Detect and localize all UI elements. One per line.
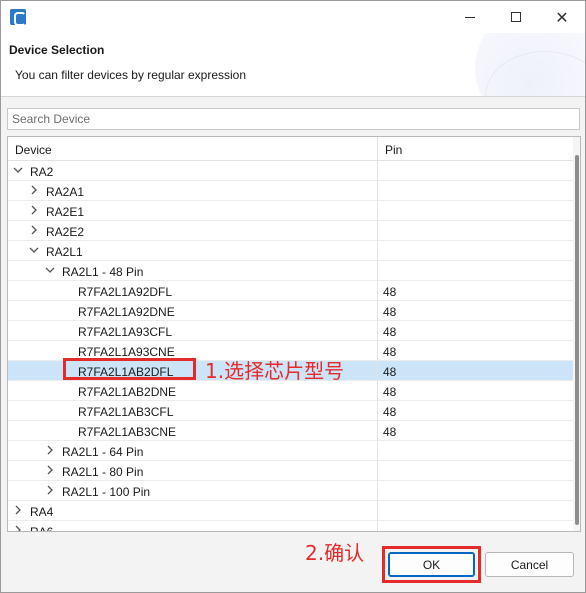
chevron-down-icon[interactable] xyxy=(45,264,55,276)
chevron-right-icon[interactable] xyxy=(29,204,39,216)
row-label: RA2E1 xyxy=(46,205,85,219)
group-row[interactable]: RA2L1 - 80 Pin xyxy=(8,461,573,481)
chevron-down-icon[interactable] xyxy=(13,164,23,176)
row-label: RA2L1 - 80 Pin xyxy=(62,465,144,479)
group-row[interactable]: RA2L1 xyxy=(8,241,573,261)
title-bar[interactable]: ✕ xyxy=(1,1,585,33)
scrollbar-thumb[interactable] xyxy=(575,155,579,525)
app-logo-icon xyxy=(10,9,26,26)
cancel-button[interactable]: Cancel xyxy=(485,552,574,577)
column-header-pin[interactable]: Pin xyxy=(385,143,402,157)
chevron-right-icon[interactable] xyxy=(29,184,39,196)
row-pin: 48 xyxy=(383,345,397,359)
row-label: R7FA2L1A92DFL xyxy=(78,285,173,299)
row-label: RA4 xyxy=(30,505,54,519)
column-header-device[interactable]: Device xyxy=(15,143,52,157)
row-pin: 48 xyxy=(383,285,397,299)
close-icon: ✕ xyxy=(555,7,569,27)
row-label: R7FA2L1A93CFL xyxy=(78,325,173,339)
row-label: RA6 xyxy=(30,525,54,532)
search-box[interactable] xyxy=(7,108,580,130)
device-row[interactable]: R7FA2L1AB3CFL 48 xyxy=(8,401,573,421)
row-label: RA2E2 xyxy=(46,225,85,239)
ok-button[interactable]: OK xyxy=(388,552,475,577)
annotation-step1: 1.选择芯片型号 xyxy=(205,359,345,383)
device-tree[interactable]: Device Pin RA2 RA2A1 RA2E1 RA2E2 RA2L1 RA2L1 … xyxy=(7,136,581,532)
row-label: R7FA2L1AB3CFL xyxy=(78,405,174,419)
chevron-right-icon[interactable] xyxy=(45,464,55,476)
row-pin: 48 xyxy=(383,405,397,419)
group-row[interactable]: RA2E1 xyxy=(8,201,573,221)
row-pin: 48 xyxy=(383,365,397,379)
row-label: RA2L1 xyxy=(46,245,83,259)
chevron-right-icon[interactable] xyxy=(45,444,55,456)
group-row[interactable]: RA6 xyxy=(8,521,573,532)
row-label: R7FA2L1A92DNE xyxy=(78,305,175,319)
device-row[interactable]: R7FA2L1A93CFL 48 xyxy=(8,321,573,341)
device-selection-dialog: ✕ Device Selection You can filter device… xyxy=(0,0,586,593)
close-button[interactable]: ✕ xyxy=(539,1,585,33)
row-label: RA2 xyxy=(30,165,54,179)
row-label: RA2L1 - 64 Pin xyxy=(62,445,144,459)
chevron-right-icon[interactable] xyxy=(45,484,55,496)
minimize-button[interactable] xyxy=(447,1,493,33)
minimize-icon xyxy=(465,16,475,18)
dialog-title: Device Selection xyxy=(9,43,105,57)
chevron-down-icon[interactable] xyxy=(29,244,39,256)
device-row[interactable]: R7FA2L1AB3CNE 48 xyxy=(8,421,573,441)
device-row[interactable]: R7FA2L1AB2DNE 48 xyxy=(8,381,573,401)
search-input[interactable] xyxy=(8,109,579,129)
group-row[interactable]: RA2 xyxy=(8,161,573,181)
row-pin: 48 xyxy=(383,305,397,319)
row-label: R7FA2L1AB3CNE xyxy=(78,425,177,439)
chevron-right-icon[interactable] xyxy=(13,504,23,516)
group-row[interactable]: RA2L1 - 64 Pin xyxy=(8,441,573,461)
group-row[interactable]: RA2L1 - 48 Pin xyxy=(8,261,573,281)
row-label: R7FA2L1A93CNE xyxy=(78,345,175,359)
row-label: RA2A1 xyxy=(46,185,85,199)
dialog-description: You can filter devices by regular expres… xyxy=(15,68,247,82)
group-row[interactable]: RA2A1 xyxy=(8,181,573,201)
device-row[interactable]: R7FA2L1A92DNE 48 xyxy=(8,301,573,321)
chevron-right-icon[interactable] xyxy=(29,224,39,236)
maximize-icon xyxy=(511,12,521,22)
annotation-highlight-device xyxy=(63,358,196,380)
row-label: RA2L1 - 48 Pin xyxy=(62,265,144,279)
maximize-button[interactable] xyxy=(493,1,539,33)
column-divider[interactable] xyxy=(377,137,378,531)
row-pin: 48 xyxy=(383,325,397,339)
chevron-right-icon[interactable] xyxy=(13,524,23,531)
tree-header: Device Pin xyxy=(8,137,573,161)
dialog-header: Device Selection You can filter devices … xyxy=(1,33,585,97)
row-pin: 48 xyxy=(383,425,397,439)
row-label: R7FA2L1AB2DNE xyxy=(78,385,177,399)
group-row[interactable]: RA4 xyxy=(8,501,573,521)
row-label: RA2L1 - 100 Pin xyxy=(62,485,151,499)
device-row[interactable]: R7FA2L1A92DFL 48 xyxy=(8,281,573,301)
group-row[interactable]: RA2E2 xyxy=(8,221,573,241)
annotation-step2: 2.确认 xyxy=(305,541,365,565)
row-pin: 48 xyxy=(383,385,397,399)
vertical-scrollbar[interactable] xyxy=(573,137,580,531)
group-row[interactable]: RA2L1 - 100 Pin xyxy=(8,481,573,501)
